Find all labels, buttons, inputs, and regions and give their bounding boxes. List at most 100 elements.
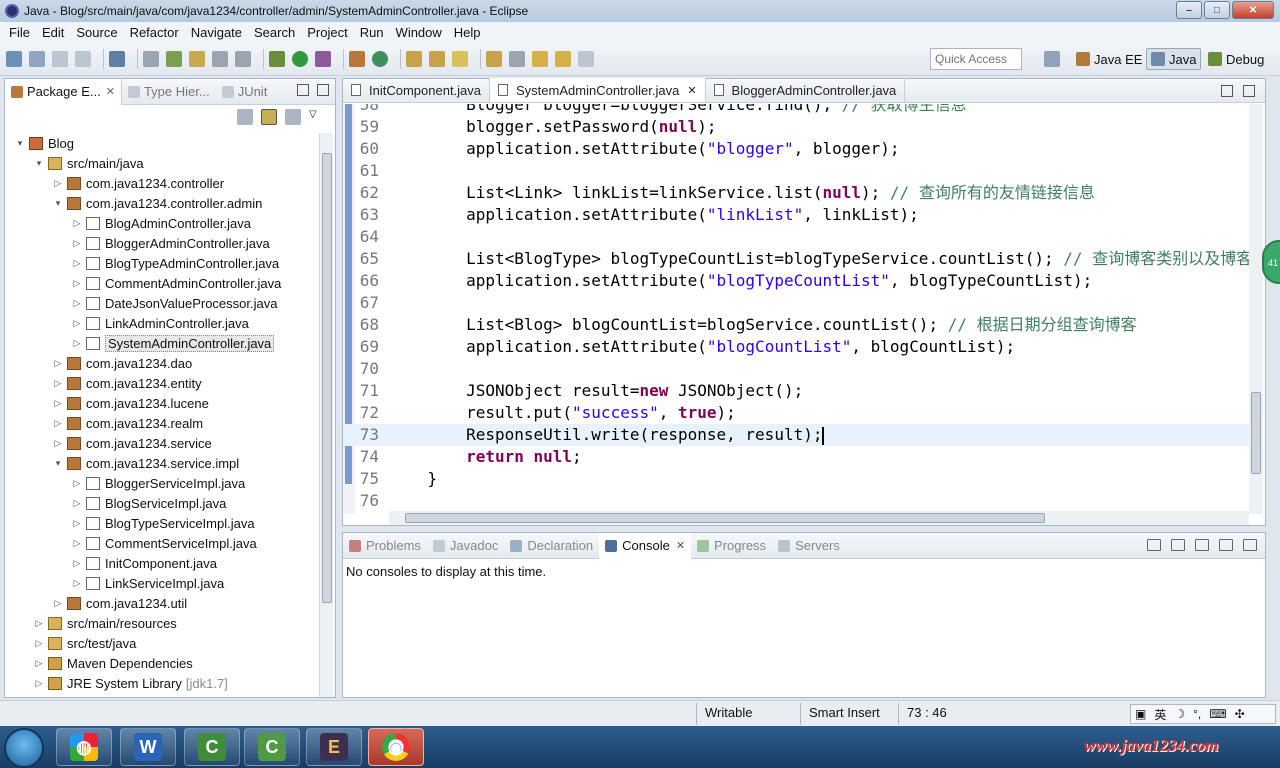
save-icon[interactable]	[52, 50, 68, 67]
back-icon[interactable]	[555, 50, 571, 67]
camtasia-recorder-icon[interactable]: C	[184, 728, 240, 766]
tree-item[interactable]: ▾ src/main/java	[5, 153, 319, 173]
show-whitespace-icon[interactable]	[212, 50, 228, 67]
code-line[interactable]: 71 JSONObject result=new JSONObject();	[343, 380, 1249, 402]
tree-item[interactable]: ▷ CommentServiceImpl.java	[5, 533, 319, 553]
tab-problems[interactable]: Problems	[343, 533, 427, 559]
new-dropdown-icon[interactable]	[29, 50, 45, 67]
close-button[interactable]: ✕	[1232, 1, 1274, 19]
collapse-arrow-icon[interactable]: ▷	[53, 358, 63, 369]
code-line[interactable]: 68 List<Blog> blogCountList=blogService.…	[343, 314, 1249, 336]
tree-item[interactable]: ▷Referenced Libraries	[5, 693, 319, 697]
code-line[interactable]: 65 List<BlogType> blogTypeCountList=blog…	[343, 248, 1249, 270]
open-task-icon[interactable]	[429, 50, 445, 67]
perspective-java-ee[interactable]: Java EE	[1072, 48, 1146, 70]
collapse-arrow-icon[interactable]: ▷	[53, 378, 63, 389]
minimize-editor-icon[interactable]	[1221, 85, 1233, 97]
code-line[interactable]: 72 result.put("success", true);	[343, 402, 1249, 424]
scrollbar-thumb[interactable]	[322, 153, 332, 603]
tab-javadoc[interactable]: Javadoc	[427, 533, 504, 559]
ime-settings-icon[interactable]: ✣	[1235, 707, 1245, 721]
minimize-view-icon[interactable]	[297, 84, 309, 96]
collapse-arrow-icon[interactable]: ▷	[34, 678, 44, 689]
menu-source[interactable]: Source	[71, 25, 122, 40]
tree-item[interactable]: ▷ com.java1234.realm	[5, 413, 319, 433]
collapse-arrow-icon[interactable]: ▷	[34, 638, 44, 649]
collapse-arrow-icon[interactable]: ▷	[72, 318, 82, 329]
tree-item[interactable]: ▷ src/main/resources	[5, 613, 319, 633]
windows-start-icon[interactable]	[4, 728, 44, 768]
collapse-all-icon[interactable]	[237, 109, 253, 125]
focus-icon[interactable]	[285, 109, 301, 125]
maximize-view-icon[interactable]	[317, 84, 329, 96]
collapse-arrow-icon[interactable]: ▷	[72, 578, 82, 589]
color-app-icon[interactable]: ◍	[56, 728, 112, 766]
expand-arrow-icon[interactable]: ▾	[53, 198, 63, 209]
ime-punctuation-icon[interactable]: °,	[1193, 707, 1201, 721]
menu-search[interactable]: Search	[249, 25, 300, 40]
new-icon[interactable]	[6, 50, 22, 67]
code-line[interactable]: 63 application.setAttribute("linkList", …	[343, 204, 1249, 226]
code-line[interactable]: 59 blogger.setPassword(null);	[343, 116, 1249, 138]
tree-item[interactable]: ▷ SystemAdminController.java	[5, 333, 319, 353]
link-with-editor-icon[interactable]	[261, 109, 277, 125]
ime-language[interactable]: 英	[1154, 706, 1166, 723]
quick-access-input[interactable]	[930, 48, 1022, 70]
tree-item[interactable]: ▷ com.java1234.entity	[5, 373, 319, 393]
run-icon[interactable]	[292, 50, 308, 67]
collapse-arrow-icon[interactable]: ▷	[53, 398, 63, 409]
last-edit-icon[interactable]	[532, 50, 548, 67]
camtasia-studio-icon[interactable]: C	[244, 728, 300, 766]
code-line[interactable]: 60 application.setAttribute("blogger", b…	[343, 138, 1249, 160]
collapse-arrow-icon[interactable]: ▷	[34, 618, 44, 629]
collapse-arrow-icon[interactable]: ▷	[72, 538, 82, 549]
tree-item[interactable]: ▷ src/test/java	[5, 633, 319, 653]
save-all-icon[interactable]	[75, 50, 91, 67]
code-line[interactable]: 58 Blogger blogger=bloggerService.find()…	[343, 104, 1249, 116]
tree-item[interactable]: ▾ com.java1234.service.impl	[5, 453, 319, 473]
collapse-arrow-icon[interactable]: ▷	[53, 598, 63, 609]
maximize-button[interactable]: □	[1204, 1, 1230, 19]
block-selection-icon[interactable]	[235, 50, 251, 67]
code-line[interactable]: 74 return null;	[343, 446, 1249, 468]
tree-item[interactable]: ▷ LinkServiceImpl.java	[5, 573, 319, 593]
open-console-icon[interactable]	[1195, 539, 1209, 551]
tree-item[interactable]: ▷ InitComponent.java	[5, 553, 319, 573]
new-class-icon[interactable]	[372, 50, 388, 67]
ime-keyboard-icon[interactable]: ⌨	[1209, 707, 1226, 721]
tab-junit[interactable]: JUnit	[216, 79, 274, 105]
tab-type-hierarchy[interactable]: Type Hier...	[122, 79, 216, 105]
menu-navigate[interactable]: Navigate	[186, 25, 247, 40]
editor-vertical-scrollbar[interactable]	[1249, 104, 1263, 514]
code-line[interactable]: 73 ResponseUtil.write(response, result);	[343, 424, 1249, 446]
tree-item[interactable]: ▷ CommentAdminController.java	[5, 273, 319, 293]
debug-icon[interactable]	[269, 50, 285, 67]
expand-arrow-icon[interactable]: ▾	[15, 138, 25, 149]
search-icon[interactable]	[452, 50, 468, 67]
code-line[interactable]: 69 application.setAttribute("blogCountLi…	[343, 336, 1249, 358]
tree-item[interactable]: ▷ com.java1234.dao	[5, 353, 319, 373]
tree-item[interactable]: ▷ com.java1234.service	[5, 433, 319, 453]
external-tools-icon[interactable]	[315, 50, 331, 67]
close-icon[interactable]: ✕	[676, 539, 685, 552]
toggle-mark-icon[interactable]	[143, 50, 159, 67]
menu-help[interactable]: Help	[449, 25, 486, 40]
collapse-arrow-icon[interactable]: ▷	[34, 658, 44, 669]
open-perspective-icon[interactable]	[1044, 51, 1060, 67]
code-line[interactable]: 67	[343, 292, 1249, 314]
pin-console-icon[interactable]	[1147, 539, 1161, 551]
editor-tab-init-component[interactable]: InitComponent.java	[343, 78, 491, 102]
ime-toolbar[interactable]: ▣ 英 ☽ °, ⌨ ✣	[1130, 704, 1276, 724]
code-line[interactable]: 64	[343, 226, 1249, 248]
tree-scrollbar[interactable]	[319, 133, 333, 697]
tree-item[interactable]: ▷ Maven Dependencies	[5, 653, 319, 673]
editor-tab-blogger-admin-controller[interactable]: BloggerAdminController.java	[706, 78, 906, 102]
word-icon[interactable]: W	[120, 728, 176, 766]
perspective-java[interactable]: Java	[1146, 48, 1202, 70]
tab-package-explorer[interactable]: Package E... ✕	[5, 78, 122, 105]
expand-arrow-icon[interactable]: ▾	[53, 458, 63, 469]
floating-badge[interactable]: 41	[1262, 240, 1280, 284]
maximize-view-icon[interactable]	[1243, 539, 1257, 551]
eclipse-icon[interactable]: E	[306, 728, 362, 766]
menu-refactor[interactable]: Refactor	[125, 25, 184, 40]
